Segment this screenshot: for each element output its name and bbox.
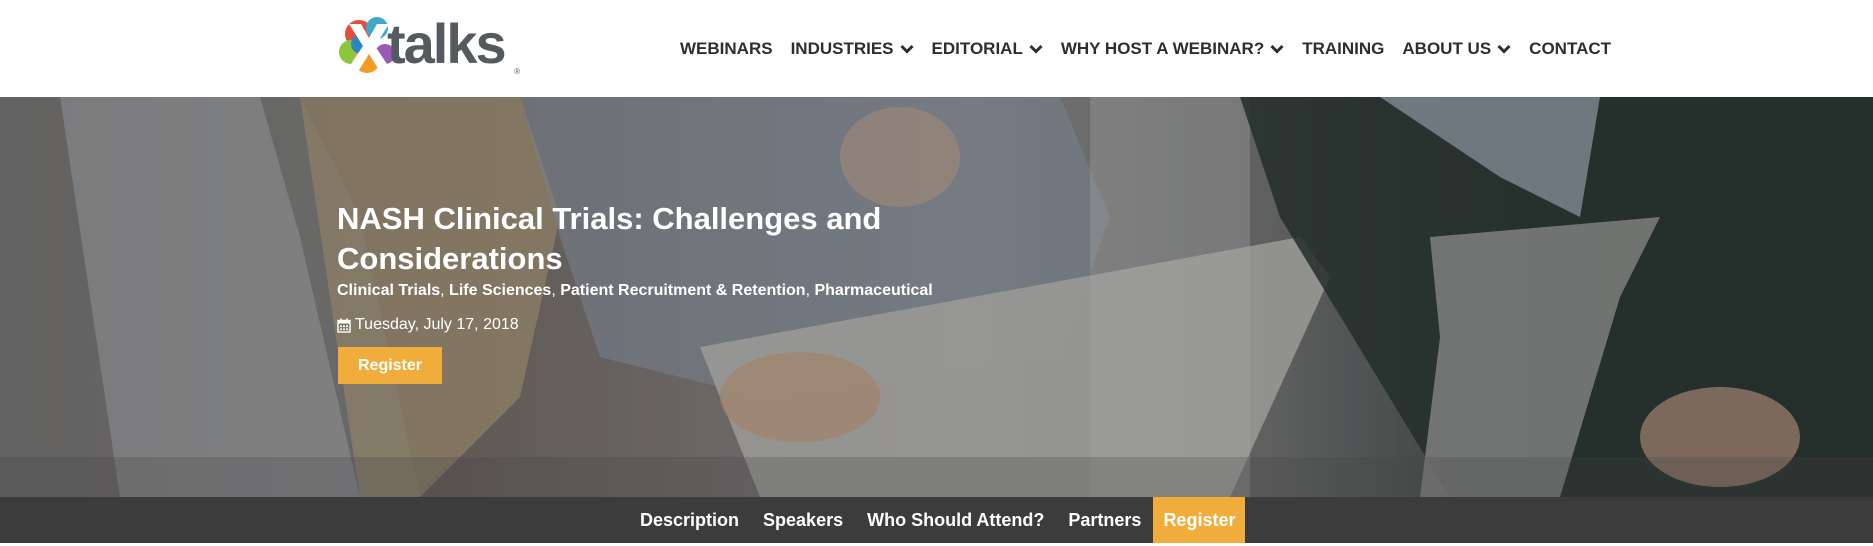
calendar-icon	[337, 318, 351, 333]
section-tab-speakers[interactable]: Speakers	[751, 497, 855, 543]
chevron-down-icon	[899, 44, 914, 54]
chevron-down-icon	[1270, 44, 1284, 54]
webinar-section-nav: Description Speakers Who Should Attend? …	[0, 497, 1873, 543]
nav-item-why-host-a-webinar[interactable]: WHY HOST A WEBINAR?	[1061, 39, 1284, 59]
webinar-title: NASH Clinical Trials: Challenges and Con…	[337, 201, 882, 276]
nav-label: ABOUT US	[1402, 38, 1492, 58]
tag-link[interactable]: Patient Recruitment & Retention	[560, 282, 805, 299]
nav-item-editorial[interactable]: EDITORIAL	[932, 39, 1043, 59]
tag-separator: ,	[440, 282, 450, 299]
logo-registered-mark: ®	[514, 67, 520, 76]
nav-label: EDITORIAL	[931, 38, 1023, 58]
nav-label: TRAINING	[1302, 38, 1385, 58]
tag-link[interactable]: Life Sciences	[449, 282, 551, 299]
nav-item-webinars[interactable]: WEBINARS	[680, 39, 773, 59]
section-tab-partners[interactable]: Partners	[1056, 497, 1153, 543]
logo-wordmark: talks	[387, 12, 507, 75]
section-tab-description[interactable]: Description	[628, 497, 751, 543]
nav-item-about-us[interactable]: ABOUT US	[1402, 39, 1511, 59]
date-text: Tuesday, July 17, 2018	[355, 316, 519, 333]
section-tab-who-should-attend[interactable]: Who Should Attend?	[855, 497, 1056, 543]
register-button[interactable]: Register	[338, 347, 442, 384]
hero-banner: NASH Clinical Trials: Challenges and Con…	[0, 97, 1873, 497]
tag-separator: ,	[551, 282, 561, 299]
tag-link[interactable]: Clinical Trials	[337, 282, 440, 299]
main-nav: WEBINARS INDUSTRIES EDITORIAL WHY HOST A…	[680, 0, 1611, 97]
tag-link[interactable]: Pharmaceutical	[814, 282, 932, 299]
nav-item-training[interactable]: TRAINING	[1302, 39, 1384, 59]
chevron-down-icon	[1029, 44, 1043, 54]
xtalks-logo[interactable]: talks ®	[337, 12, 522, 80]
nav-item-contact[interactable]: CONTACT	[1529, 39, 1611, 59]
nav-label: CONTACT	[1529, 38, 1612, 58]
section-tab-register[interactable]: Register	[1153, 497, 1246, 543]
webinar-tags: Clinical Trials, Life Sciences, Patient …	[337, 282, 933, 300]
site-header: talks ® WEBINARS INDUSTRIES EDITORIAL WH…	[0, 0, 1873, 97]
section-nav-items: Description Speakers Who Should Attend? …	[628, 497, 1246, 543]
webinar-date: Tuesday, July 17, 2018	[337, 316, 519, 334]
hero-overlay	[0, 97, 1873, 497]
nav-item-industries[interactable]: INDUSTRIES	[791, 39, 914, 59]
nav-label: WHY HOST A WEBINAR?	[1060, 38, 1265, 58]
nav-label: WEBINARS	[680, 38, 773, 58]
chevron-down-icon	[1497, 44, 1511, 54]
nav-label: INDUSTRIES	[790, 38, 894, 58]
